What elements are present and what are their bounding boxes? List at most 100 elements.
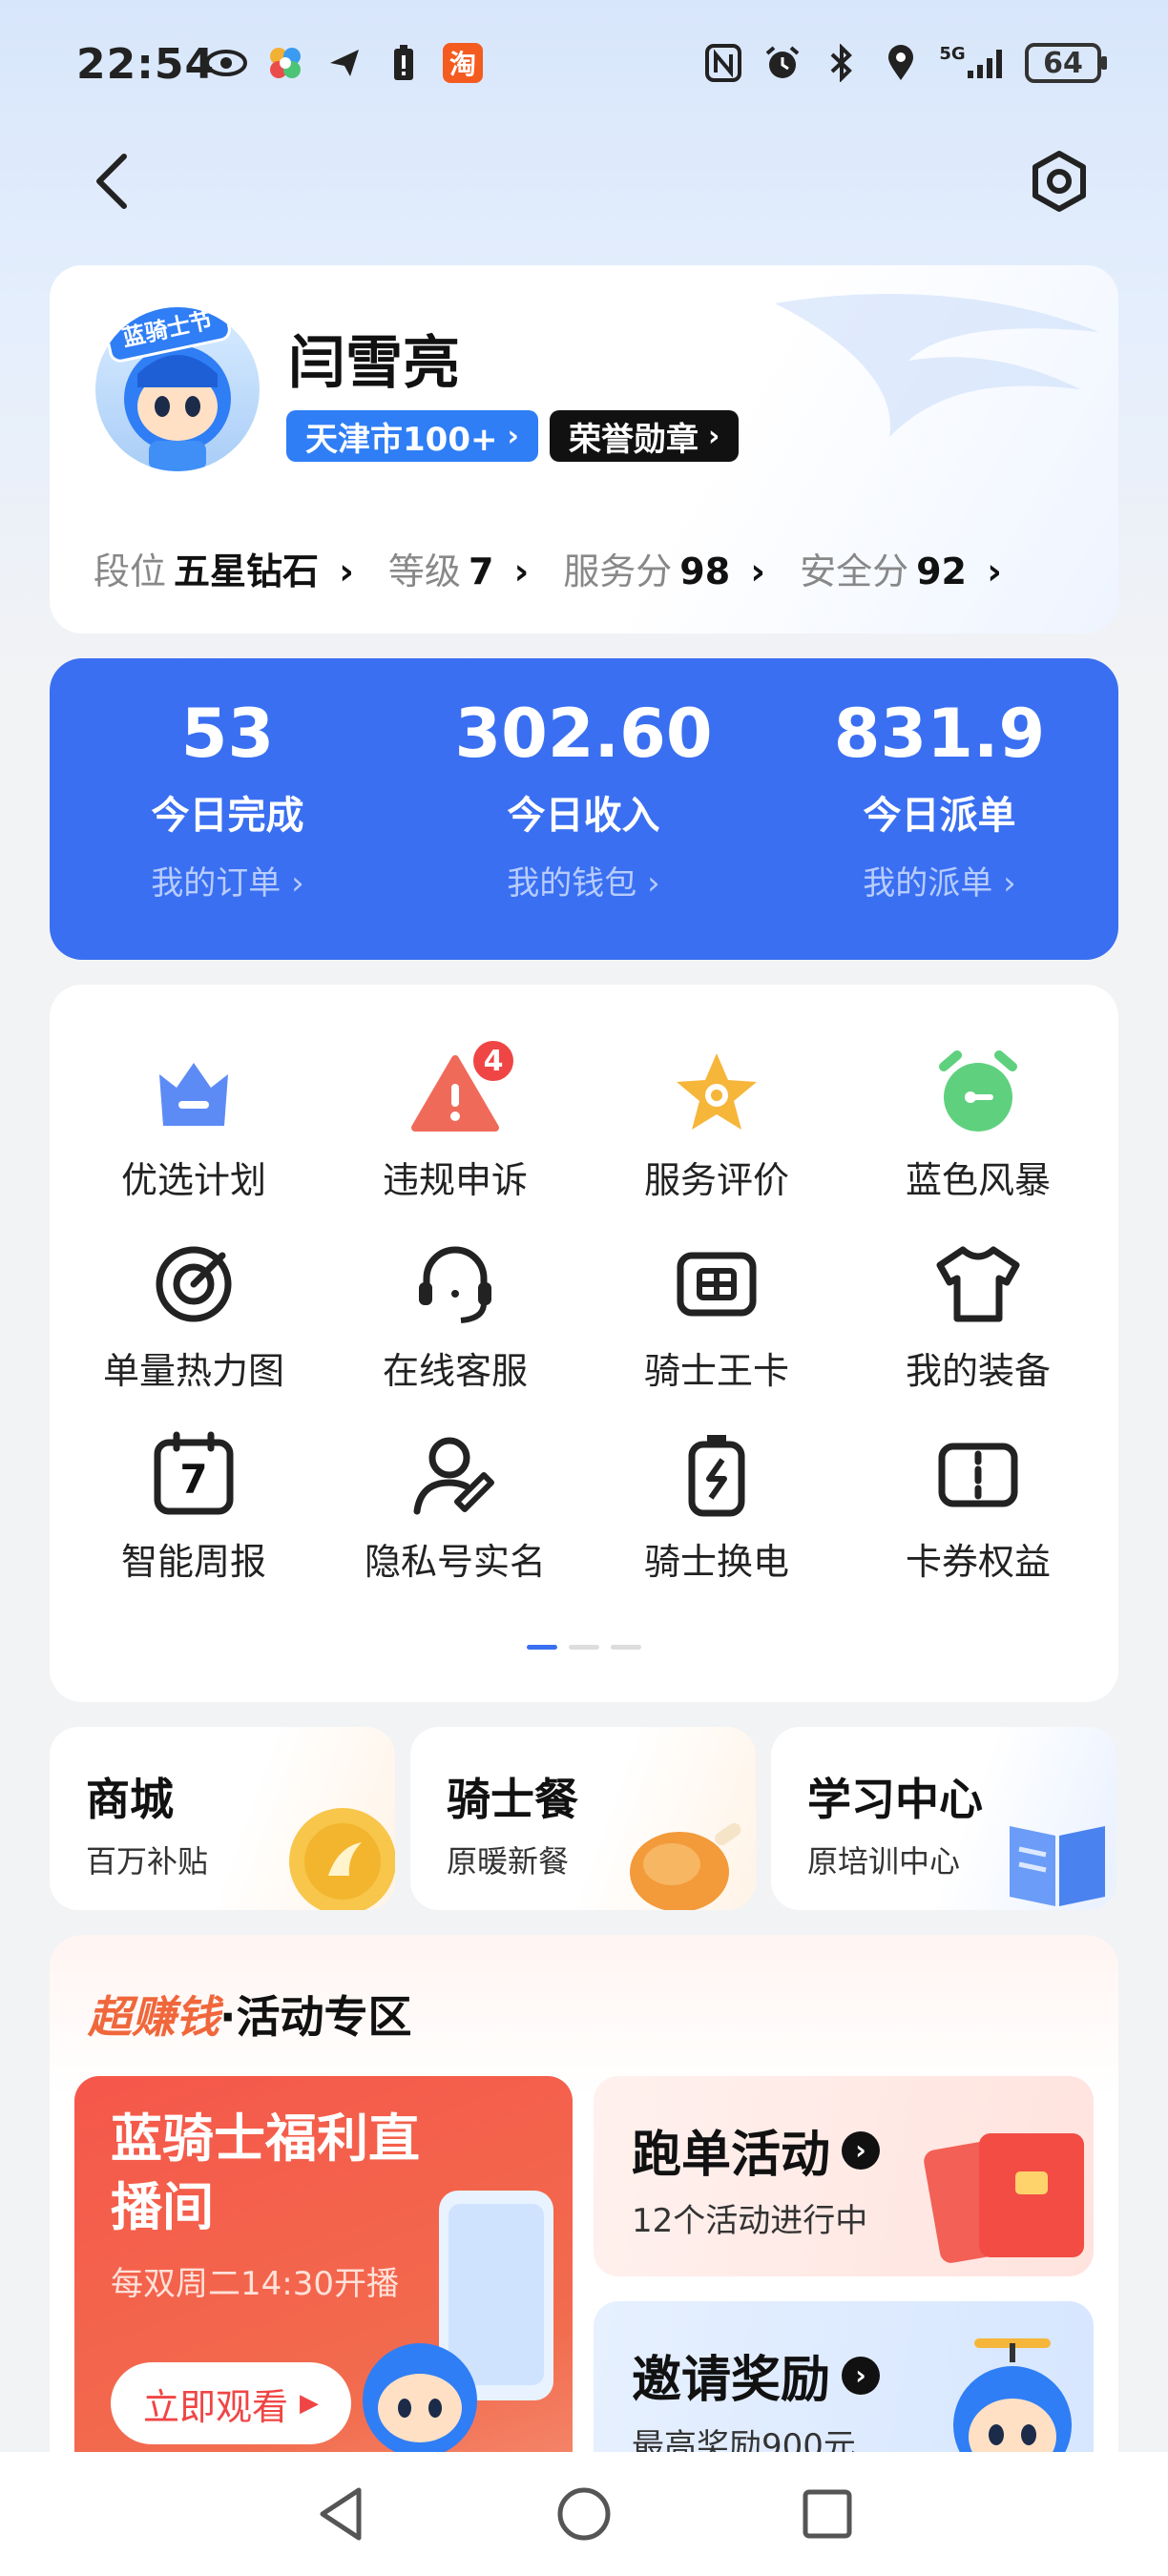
city-rank-label: 天津市100+: [305, 420, 498, 459]
activity-hot-label: 超赚钱: [88, 1991, 219, 2043]
running-activity-tile[interactable]: 跑单活动 › 12个活动进行中: [594, 2076, 1094, 2276]
activity-zone-title: 超赚钱·活动专区: [88, 1983, 411, 2046]
running-activity-title: 跑单活动 ›: [632, 2114, 881, 2186]
calendar-icon: 7: [146, 1427, 241, 1523]
grid-item-service-rating[interactable]: 服务评价: [588, 1046, 845, 1203]
learning-subtitle: 原培训中心: [807, 1843, 961, 1880]
grid-item-preferred-plan[interactable]: 优选计划: [65, 1046, 323, 1203]
chevron-right-icon: ›: [708, 419, 720, 453]
decor-wing-icon: [775, 294, 1099, 437]
card-icon: [669, 1236, 764, 1332]
coin-icon: [289, 1808, 395, 1910]
profile-card: 蓝骑士节 闫雪亮 天津市100+ › 荣誉勋章 › 段位 五星钻石 › 等级 7 ›…: [50, 265, 1118, 634]
completed-label: 今日完成: [151, 794, 304, 838]
grid-item-online-service[interactable]: 在线客服: [326, 1236, 584, 1394]
headset-icon: [407, 1236, 503, 1332]
status-time: 22:54: [76, 40, 216, 89]
summary-completed[interactable]: 53 今日完成 我的订单 ›: [50, 658, 406, 960]
page-dot: [569, 1645, 599, 1650]
honor-medal-label: 荣誉勋章: [569, 420, 699, 459]
battery-swap-icon: [669, 1427, 764, 1523]
location-icon: [880, 42, 922, 84]
daily-summary-card: 53 今日完成 我的订单 › 302.60 今日收入 我的钱包 › 831.9 …: [50, 658, 1118, 960]
my-orders-link[interactable]: 我的订单 ›: [50, 857, 406, 904]
invite-reward-title: 邀请奖励 ›: [632, 2339, 881, 2411]
red-envelope-icon: [924, 2133, 1084, 2263]
alarm-icon: [761, 42, 803, 84]
notification-badge: 4: [470, 1038, 516, 1084]
arrow-right-icon: ›: [842, 2130, 881, 2170]
chevron-right-icon: ›: [973, 551, 1002, 592]
grid-item-heatmap[interactable]: 单量热力图: [65, 1236, 323, 1394]
nav-home-icon[interactable]: [551, 2481, 617, 2547]
my-dispatch-link[interactable]: 我的派单 ›: [761, 857, 1117, 904]
settings-gear-icon[interactable]: [1027, 149, 1092, 214]
chevron-right-icon: ›: [326, 551, 354, 592]
learning-center-card[interactable]: 学习中心 原培训中心: [771, 1727, 1116, 1910]
chevron-right-icon: ›: [501, 551, 530, 592]
status-bar: 22:54 淘 5G 64: [0, 0, 1168, 134]
battery-alert-icon: [383, 42, 425, 84]
system-navigation-bar: [0, 2452, 1168, 2576]
my-wallet-link[interactable]: 我的钱包 ›: [406, 857, 761, 904]
avatar[interactable]: 蓝骑士节: [95, 307, 260, 471]
stat-service-score[interactable]: 服务分 98 ›: [563, 542, 765, 594]
grid-item-violation-appeal[interactable]: 4 违规申诉: [326, 1038, 584, 1203]
stat-rank[interactable]: 段位 五星钻石 ›: [94, 542, 354, 594]
mall-card[interactable]: 商城 百万补贴: [50, 1727, 395, 1910]
page-indicator: [527, 1645, 641, 1650]
grid-item-weekly-report[interactable]: 7 智能周报: [65, 1427, 323, 1585]
nfc-icon: [702, 42, 744, 84]
target-icon: [146, 1236, 241, 1332]
star-icon: [669, 1046, 764, 1141]
taobao-app-icon: 淘: [442, 42, 484, 84]
crown-icon: [146, 1046, 241, 1141]
page-dot-active: [527, 1645, 557, 1650]
grid-item-coupons[interactable]: 卡券权益: [849, 1427, 1107, 1585]
play-icon: ▶: [300, 2389, 320, 2418]
eye-icon: [205, 42, 247, 84]
stat-safety-score[interactable]: 安全分 92 ›: [800, 542, 1002, 594]
completed-count: 53: [180, 695, 275, 773]
warning-icon: 4: [407, 1038, 516, 1141]
send-icon: [323, 42, 365, 84]
battery-indicator: 64: [1025, 43, 1107, 83]
arrow-right-icon: ›: [842, 2356, 881, 2395]
user-verify-icon: [407, 1427, 503, 1523]
calendar-day: 7: [179, 1456, 208, 1503]
meal-title: 骑士餐: [447, 1774, 578, 1825]
meal-subtitle: 原暖新餐: [447, 1843, 570, 1880]
mall-title: 商城: [86, 1774, 174, 1825]
rider-meal-card[interactable]: 骑士餐 原暖新餐: [410, 1727, 756, 1910]
grid-item-my-equipment[interactable]: 我的装备: [849, 1236, 1107, 1394]
tools-grid-card: 优选计划 4 违规申诉 服务评价 蓝色风暴 单量热力图 在线客服 骑士王卡 我的…: [50, 985, 1118, 1702]
income-label: 今日收入: [507, 794, 660, 838]
back-arrow-icon[interactable]: [86, 151, 143, 212]
coupon-icon: [930, 1427, 1026, 1523]
summary-dispatch[interactable]: 831.9 今日派单 我的派单 ›: [761, 658, 1117, 960]
stat-level[interactable]: 等级 7 ›: [388, 542, 529, 594]
mall-subtitle: 百万补贴: [86, 1843, 209, 1880]
nav-recents-icon[interactable]: [794, 2481, 861, 2547]
chevron-right-icon: ›: [738, 551, 766, 592]
city-rank-pill[interactable]: 天津市100+ ›: [286, 410, 538, 462]
dispatch-label: 今日派单: [863, 794, 1016, 838]
navigation-bar: [0, 134, 1168, 229]
honor-medal-pill[interactable]: 荣誉勋章 ›: [550, 410, 740, 462]
nav-back-icon[interactable]: [307, 2481, 374, 2547]
grid-item-knight-card[interactable]: 骑士王卡: [588, 1236, 845, 1394]
watch-now-button[interactable]: 立即观看 ▶: [111, 2362, 352, 2444]
chevron-right-icon: ›: [507, 419, 519, 453]
summary-income[interactable]: 302.60 今日收入 我的钱包 ›: [406, 658, 761, 960]
alarm-clock-icon: [930, 1046, 1026, 1141]
income-value: 302.60: [454, 695, 713, 773]
signal-5g-icon: 5G: [939, 42, 1008, 84]
rider-stats-row: 段位 五星钻石 › 等级 7 › 服务分 98 › 安全分 92 ›: [94, 542, 1002, 594]
grid-item-privacy-verify[interactable]: 隐私号实名: [326, 1427, 584, 1585]
bluetooth-icon: [821, 42, 863, 84]
page-dot: [611, 1645, 641, 1650]
user-name: 闫雪亮: [288, 330, 460, 397]
grid-item-blue-storm[interactable]: 蓝色风暴: [849, 1046, 1107, 1203]
running-activity-subtitle: 12个活动进行中: [632, 2202, 868, 2240]
grid-item-battery-swap[interactable]: 骑士换电: [588, 1427, 845, 1585]
